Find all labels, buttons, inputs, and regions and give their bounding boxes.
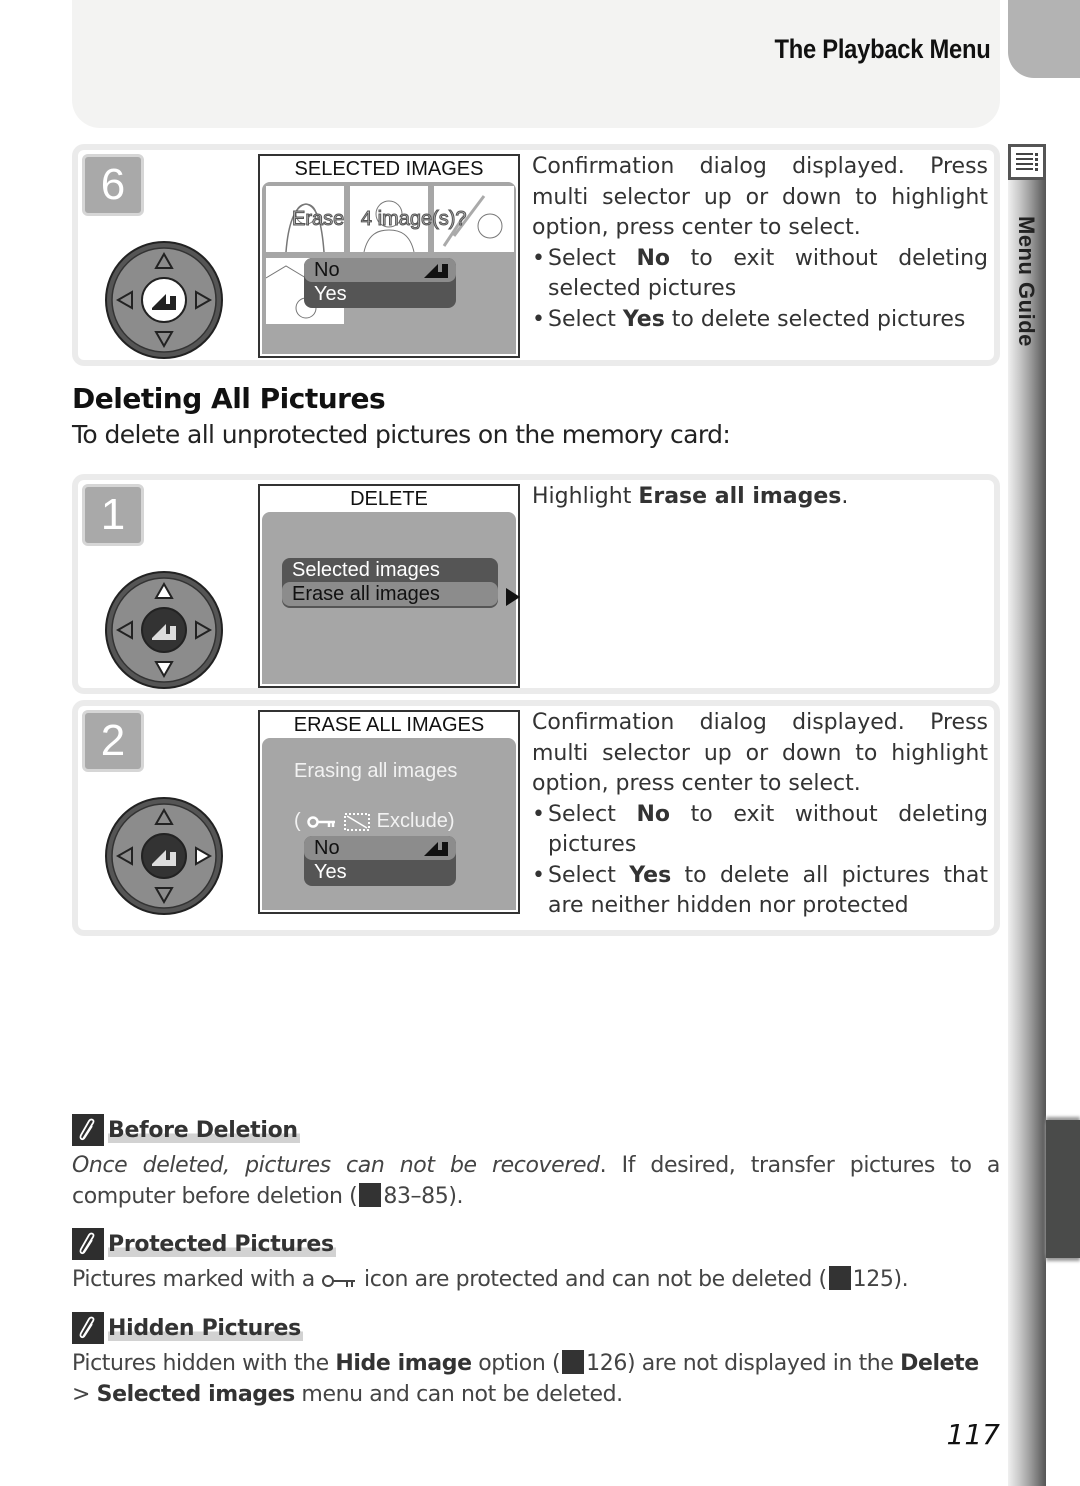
camera-screen-erase-all: ERASE ALL IMAGES Erasing all images ( Ex… [258,710,520,914]
paperclip-icon [72,1228,104,1260]
chapter-title: The Playback Menu [773,34,990,64]
camera-screen-delete: DELETE Selected images Erase all images [258,484,520,688]
arrow-right-icon [506,588,520,606]
erasing-message: Erasing all images [294,760,458,782]
screen-title: SELECTED IMAGES [294,158,484,180]
multi-selector-dial-icon [105,797,223,915]
paperclip-icon [72,1114,104,1146]
menu-list-icon [1008,144,1046,180]
screen-body: Selected images Erase all images [262,512,516,684]
page-reference-icon [359,1183,382,1207]
page-reference-icon [828,1266,851,1290]
enter-icon [424,842,448,856]
step-1-panel: 1 DELETE Selected images Erase all image… [72,474,1000,694]
camera-screen-selected-images: SELECTED IMAGES Erase 4 image(s)? No Yes [258,154,520,358]
multi-selector-dial-icon [105,571,223,689]
note-before-deletion: Before Deletion Once deleted, pictures c… [72,1114,1000,1212]
step-number: 1 [82,484,144,546]
step-number: 6 [82,154,144,216]
side-thumb-strip [1008,180,1046,1486]
step-6-panel: 6 SELECTED IMAGES Erase 4 image(s)? No Y… [72,144,1000,366]
bullet-item: • Select Yes to delete all pictures that… [532,862,988,919]
step-6-instructions: Confirmation dialog displayed. Press mul… [532,152,988,335]
header-tab [1008,0,1080,78]
hidden-image-icon [343,812,370,831]
step-number: 2 [82,710,144,772]
enter-icon [424,264,448,278]
bullet-item: • Select No to exit without deleting pic… [532,801,988,858]
option-yes[interactable]: Yes [304,282,347,306]
screen-title: ERASE ALL IMAGES [293,714,485,736]
delete-menu: Selected images Erase all images [282,558,498,608]
paperclip-icon [72,1312,104,1344]
step-2-instructions: Confirmation dialog displayed. Press mul… [532,708,988,922]
side-section-marker [1046,1120,1080,1258]
screen-body: Erase 4 image(s)? No Yes [262,182,516,354]
multi-selector-dial-icon [105,241,223,359]
protect-key-icon [306,815,335,828]
step-2-panel: 2 ERASE ALL IMAGES Erasing all images ( … [72,700,1000,936]
page-number: 117 [946,1418,1000,1451]
note-hidden-pictures: Hidden Pictures Pictures hidden with the… [72,1312,1000,1410]
protect-key-icon [322,1275,356,1287]
section-heading: Deleting All Pictures [72,382,386,415]
step-1-instructions: Highlight Erase all images. [532,484,849,509]
bullet-item: • Select No to exit without deleting sel… [532,245,988,302]
section-intro: To delete all unprotected pictures on th… [72,420,731,449]
confirm-menu: No Yes [304,258,456,308]
page-reference-icon [562,1350,585,1374]
screen-title: DELETE [350,488,428,510]
erase-prompt: Erase 4 image(s)? [292,208,468,231]
screen-body: Erasing all images ( Exclude) No Yes [262,738,516,910]
confirm-menu: No Yes [304,836,456,886]
bullet-item: • Select Yes to delete selected pictures [532,306,966,332]
option-no[interactable]: No [304,258,456,282]
option-selected-images[interactable]: Selected images [282,558,440,582]
side-tab-label: Menu Guide [1014,216,1039,347]
option-no[interactable]: No [304,836,456,860]
exclude-note: ( Exclude) [294,810,455,832]
option-yes[interactable]: Yes [304,860,347,884]
option-erase-all-images[interactable]: Erase all images [282,582,498,606]
note-protected-pictures: Protected Pictures Pictures marked with … [72,1228,1000,1295]
